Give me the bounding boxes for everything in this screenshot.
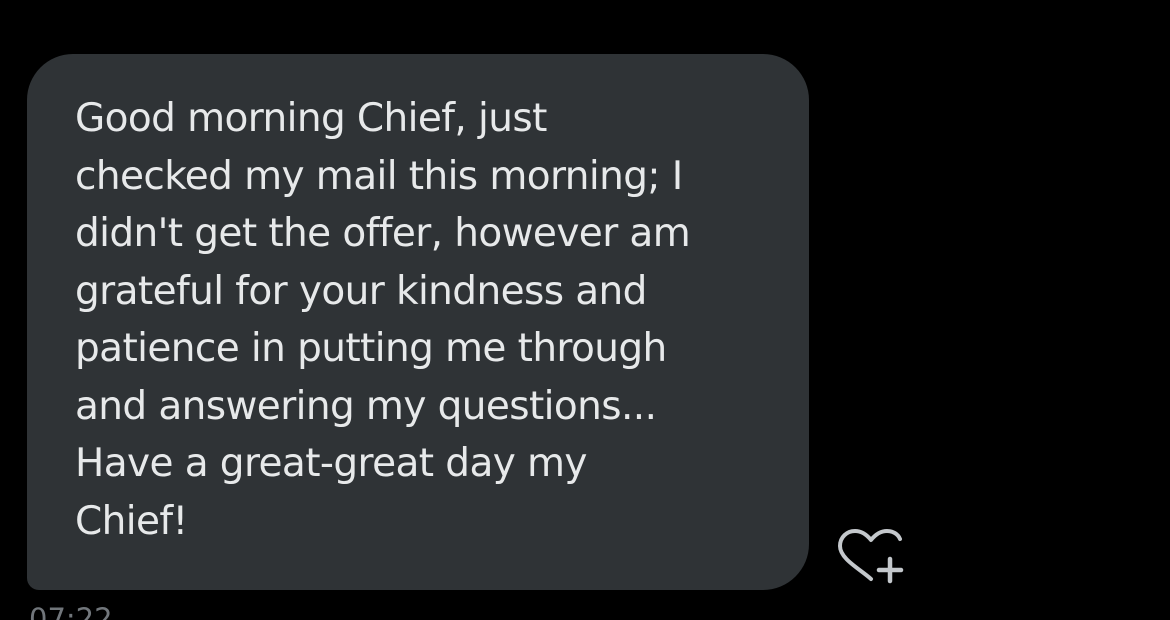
add-reaction-button[interactable]	[836, 528, 906, 584]
message-timestamp: 07:22	[29, 602, 113, 620]
message-text: Good morning Chief, just checked my mail…	[75, 96, 691, 544]
message-bubble[interactable]: Good morning Chief, just checked my mail…	[27, 54, 809, 590]
conversation-view: Good morning Chief, just checked my mail…	[0, 0, 1170, 620]
heart-plus-icon	[838, 529, 904, 584]
